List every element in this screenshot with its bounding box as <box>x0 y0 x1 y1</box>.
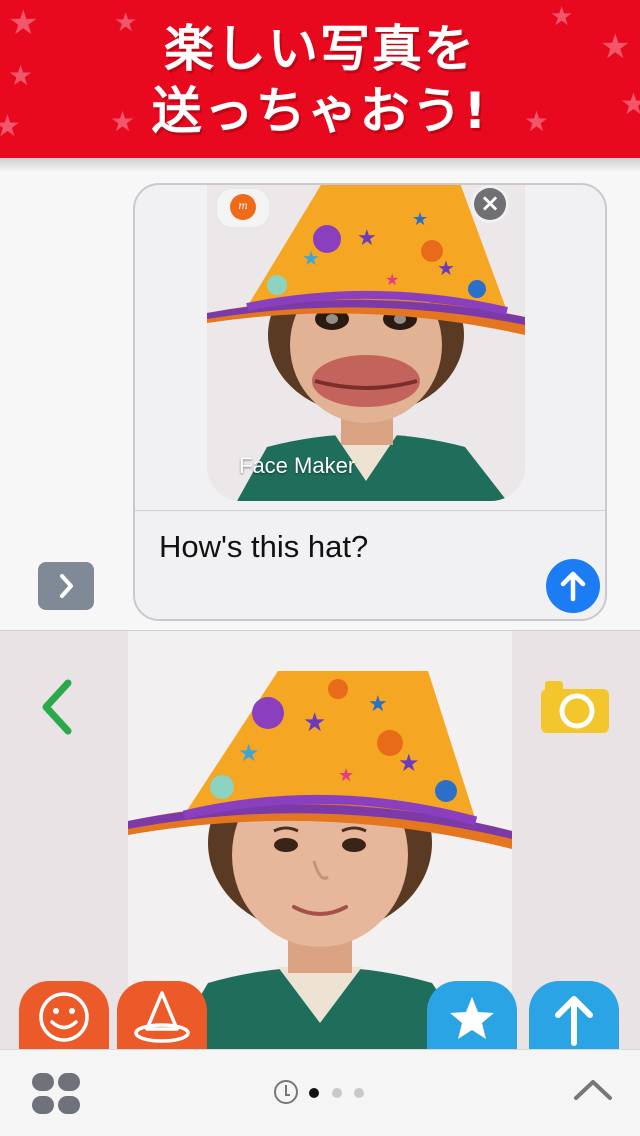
witch-hat-icon <box>134 991 190 1043</box>
app-badge: m <box>217 189 269 227</box>
message-input[interactable]: How's this hat? <box>159 529 368 565</box>
close-icon: × <box>474 188 506 220</box>
banner-shadow <box>0 158 640 172</box>
svg-text:★: ★ <box>357 226 377 251</box>
chevron-right-icon <box>60 574 73 598</box>
svg-text:★: ★ <box>368 692 388 717</box>
arrow-up-icon <box>560 571 586 602</box>
svg-text:★: ★ <box>398 749 420 777</box>
collapse-button[interactable] <box>570 1070 616 1110</box>
svg-text:★: ★ <box>412 209 428 230</box>
hat-tool-button[interactable] <box>117 981 207 1050</box>
send-button[interactable] <box>546 559 600 613</box>
clock-icon[interactable] <box>274 1080 298 1104</box>
chevron-left-icon <box>42 679 72 735</box>
app-grid-button[interactable] <box>32 1073 82 1115</box>
page-dot[interactable] <box>332 1088 342 1098</box>
page-indicator <box>274 1080 374 1106</box>
expand-button[interactable] <box>38 562 94 610</box>
sticker-image: ★ ★ ★ ★ ★ m Face Maker <box>207 185 525 501</box>
app-switcher-bar <box>0 1049 640 1136</box>
remove-attachment-button[interactable]: × <box>471 185 509 223</box>
banner-line-2: 送っちゃおう! <box>151 82 489 140</box>
svg-text:★: ★ <box>302 246 320 270</box>
app-logo-icon: m <box>230 194 256 220</box>
app-grid-icon <box>58 1073 80 1091</box>
chevron-up-icon <box>574 1080 612 1100</box>
svg-text:★: ★ <box>385 270 399 289</box>
imessage-app-screen: ★ ★ ★ ★ ★ ★ ★ ★ ★ 楽しい写真を 送っちゃおう! ★ ★ ★ ★… <box>0 0 640 1136</box>
svg-text:★: ★ <box>338 765 354 786</box>
share-tool-button[interactable] <box>529 981 619 1050</box>
face-tool-button[interactable] <box>19 981 109 1050</box>
app-drawer: ★ ★ ★ ★ ★ <box>0 630 640 1050</box>
page-dot-active[interactable] <box>309 1088 319 1098</box>
camera-button[interactable] <box>537 677 613 737</box>
promo-banner: ★ ★ ★ ★ ★ ★ ★ ★ ★ 楽しい写真を 送っちゃおう! <box>0 0 640 158</box>
svg-text:★: ★ <box>437 256 455 280</box>
page-dot[interactable] <box>354 1088 364 1098</box>
favorites-tool-button[interactable] <box>427 981 517 1050</box>
compose-divider <box>135 510 605 511</box>
star-icon <box>450 997 494 1039</box>
upload-icon <box>555 996 593 1046</box>
svg-text:★: ★ <box>238 739 260 767</box>
back-button[interactable] <box>34 675 82 739</box>
banner-line-1: 楽しい写真を <box>164 20 476 78</box>
message-compose-card: ★ ★ ★ ★ ★ m Face Maker × How's this hat? <box>133 183 607 621</box>
app-grid-icon <box>32 1096 54 1114</box>
face-icon <box>39 992 89 1042</box>
banner-headline: 楽しい写真を 送っちゃおう! <box>0 18 640 142</box>
camera-icon <box>541 681 609 733</box>
app-grid-icon <box>32 1073 54 1091</box>
sticker-caption: Face Maker <box>239 453 356 478</box>
app-grid-icon <box>58 1096 80 1114</box>
svg-text:★: ★ <box>303 708 326 738</box>
